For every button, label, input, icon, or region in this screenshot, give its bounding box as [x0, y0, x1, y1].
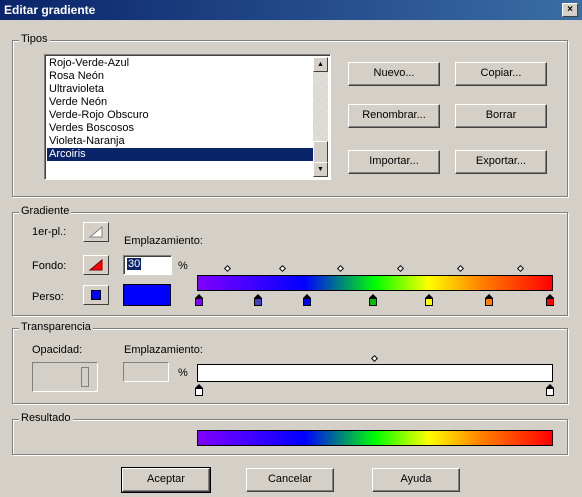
transparencia-emplazamiento-input[interactable]	[123, 362, 169, 382]
primer-plano-label: 1er-pl.:	[32, 226, 67, 238]
transparencia-emplazamiento-label: Emplazamiento:	[124, 344, 203, 356]
list-item-selected[interactable]: Arcoiris	[47, 148, 315, 161]
perso-color-button[interactable]	[83, 285, 109, 305]
exportar-button[interactable]: Exportar...	[455, 150, 547, 174]
aceptar-button[interactable]: Aceptar	[121, 467, 211, 493]
color-stop[interactable]	[425, 294, 433, 306]
emplazamiento-label: Emplazamiento:	[124, 235, 203, 247]
list-item[interactable]: Verde Neón	[47, 96, 315, 109]
list-scrollbar[interactable]: ▲ ▼	[313, 57, 328, 177]
gradient-type-list[interactable]: Rojo-Verde-Azul Rosa Neón Ultravioleta V…	[44, 54, 331, 180]
emplazamiento-value: 30	[127, 258, 142, 270]
fondo-label: Fondo:	[32, 260, 67, 272]
color-stop[interactable]	[546, 294, 554, 306]
transparency-preview-bar[interactable]	[197, 364, 553, 382]
importar-button[interactable]: Importar...	[348, 150, 440, 174]
percent-sign: %	[178, 260, 188, 272]
gradient-type-items: Rojo-Verde-Azul Rosa Neón Ultravioleta V…	[47, 57, 315, 161]
color-stop[interactable]	[195, 294, 203, 306]
color-stop-selected[interactable]	[303, 294, 311, 306]
copiar-button[interactable]: Copiar...	[455, 62, 547, 86]
perso-color-swatch[interactable]	[123, 284, 171, 306]
nuevo-button[interactable]: Nuevo...	[348, 62, 440, 86]
ayuda-label: Ayuda	[400, 473, 432, 485]
borrar-button[interactable]: Borrar	[455, 104, 547, 128]
gradiente-legend: Gradiente	[19, 205, 72, 217]
list-item[interactable]: Rosa Neón	[47, 70, 315, 83]
spin-arrows-icon[interactable]	[81, 367, 89, 387]
transparency-stop[interactable]	[195, 384, 203, 396]
tipos-legend: Tipos	[19, 33, 50, 45]
color-stop[interactable]	[485, 294, 493, 306]
copiar-label: Copiar...	[480, 67, 522, 79]
ayuda-button[interactable]: Ayuda	[372, 468, 460, 492]
importar-label: Importar...	[369, 155, 419, 167]
blue-square-icon	[91, 290, 101, 300]
scroll-up-button[interactable]: ▲	[313, 57, 328, 72]
title-bar: Editar gradiente ×	[0, 0, 582, 20]
borrar-label: Borrar	[485, 109, 517, 121]
list-item[interactable]: Ultravioleta	[47, 83, 315, 96]
white-triangle-icon	[88, 225, 103, 238]
color-stop[interactable]	[254, 294, 262, 306]
nuevo-label: Nuevo...	[373, 67, 415, 79]
opacidad-spinbox[interactable]	[32, 362, 98, 392]
fondo-color-button[interactable]	[83, 255, 109, 275]
red-triangle-icon	[88, 258, 103, 271]
transparencia-legend: Transparencia	[19, 321, 93, 333]
result-preview-bar	[197, 430, 553, 446]
renombrar-label: Renombrar...	[362, 109, 426, 121]
window-title: Editar gradiente	[4, 3, 96, 17]
close-button[interactable]: ×	[562, 3, 578, 17]
primer-plano-color-button[interactable]	[83, 222, 109, 242]
list-item[interactable]: Rojo-Verde-Azul	[47, 57, 315, 70]
cancelar-button[interactable]: Cancelar	[246, 468, 334, 492]
renombrar-button[interactable]: Renombrar...	[348, 104, 440, 128]
gradient-preview-bar[interactable]	[197, 275, 553, 291]
aceptar-label: Aceptar	[147, 473, 185, 485]
emplazamiento-input[interactable]: 30	[123, 255, 172, 275]
list-item[interactable]: Verdes Boscosos	[47, 122, 315, 135]
scroll-thumb[interactable]	[313, 141, 328, 163]
transparency-stop[interactable]	[546, 384, 554, 396]
transparencia-percent-sign: %	[178, 367, 188, 379]
resultado-legend: Resultado	[19, 412, 73, 424]
cancelar-label: Cancelar	[267, 473, 313, 485]
color-stop[interactable]	[369, 294, 377, 306]
list-item[interactable]: Verde-Rojo Obscuro	[47, 109, 315, 122]
opacidad-label: Opacidad:	[32, 344, 83, 356]
exportar-label: Exportar...	[475, 155, 527, 167]
perso-label: Perso:	[32, 291, 64, 303]
list-item[interactable]: Violeta-Naranja	[47, 135, 315, 148]
scroll-down-button[interactable]: ▼	[313, 162, 328, 177]
